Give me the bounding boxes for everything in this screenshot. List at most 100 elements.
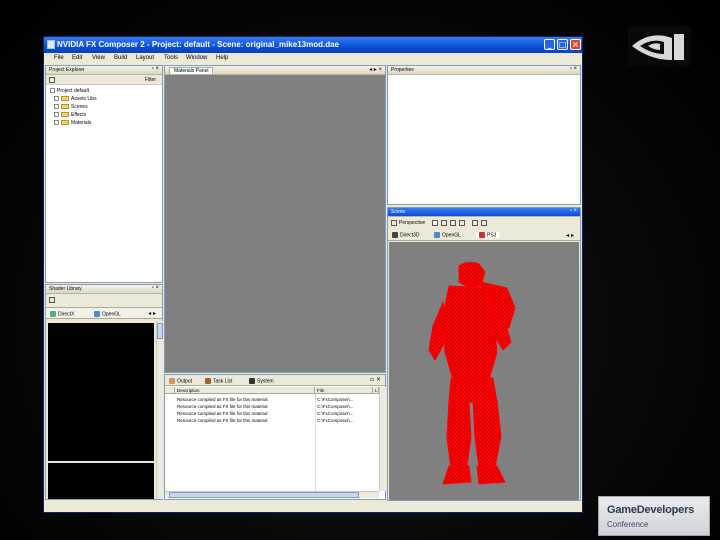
- properties-title: Properties: [391, 67, 414, 73]
- menu-build[interactable]: Build: [114, 55, 127, 61]
- character-wireframe: [428, 261, 516, 485]
- select-tool-icon[interactable]: [432, 220, 438, 226]
- gdc-badge-subtitle: Conference: [607, 520, 649, 529]
- expand-icon[interactable]: [54, 120, 59, 126]
- pin-icon[interactable]: ▫ ×: [570, 208, 577, 214]
- table-cell-file[interactable]: C:\FxComposer\...: [317, 410, 373, 417]
- column-header-description[interactable]: Description: [175, 387, 315, 394]
- tab-direct3d[interactable]: Direct3D: [392, 232, 419, 238]
- tab-scroll-arrows[interactable]: ◂ ▸: [566, 232, 574, 239]
- pin-icon[interactable]: ▫ ×: [152, 285, 159, 291]
- gdc-badge: GameDevelopers Conference: [598, 496, 710, 536]
- shader-tabs: DirectX OpenGL ◂ ▸: [46, 307, 162, 319]
- tab-opengl[interactable]: OpenGL: [94, 311, 121, 317]
- shader-preview-secondary: [48, 463, 154, 499]
- properties-header: Properties ▫ ×: [388, 66, 580, 75]
- table-row[interactable]: Resource compiled as FX file for this ma…: [177, 410, 313, 417]
- menu-bar: File Edit View Build Layout Tools Window…: [44, 53, 582, 64]
- project-toolbar: Filter: [46, 75, 162, 85]
- scroll-thumb[interactable]: [169, 492, 359, 498]
- maximize-button[interactable]: □: [557, 39, 568, 50]
- scale-tool-icon[interactable]: [459, 220, 465, 226]
- scene-header: Scene ▫ ×: [388, 208, 580, 217]
- zoom-extents-icon[interactable]: [481, 220, 487, 226]
- tree-item[interactable]: Effects: [54, 112, 86, 120]
- scene-viewport[interactable]: [389, 242, 579, 500]
- table-row[interactable]: Resource compiled as FX file for this ma…: [177, 417, 313, 424]
- frame-icon[interactable]: [472, 220, 478, 226]
- tab-scroll-arrows[interactable]: ◂ ▸: [148, 310, 156, 317]
- project-explorer-title: Project Explorer: [49, 67, 85, 73]
- tab-system[interactable]: System: [249, 378, 274, 384]
- close-button[interactable]: ×: [570, 39, 581, 50]
- refresh-icon[interactable]: [49, 297, 55, 303]
- menu-window[interactable]: Window: [186, 55, 207, 61]
- direct3d-icon: [392, 232, 398, 238]
- panel-nav-icon[interactable]: ◂ ▸ ×: [369, 66, 382, 73]
- folder-icon: [61, 104, 69, 110]
- table-row[interactable]: Resource compiled as FX file for this ma…: [177, 403, 313, 410]
- table-cell-file[interactable]: C:\FxComposer\...: [317, 403, 373, 410]
- camera-select[interactable]: Perspective: [399, 220, 425, 226]
- output-vscrollbar[interactable]: [379, 387, 386, 491]
- render-panel: Materials Panel ◂ ▸ ×: [164, 65, 386, 373]
- pin-icon[interactable]: ▫ ×: [370, 376, 381, 383]
- move-tool-icon[interactable]: [441, 220, 447, 226]
- fx-composer-window: NVIDIA FX Composer 2 - Project: default …: [43, 36, 583, 513]
- output-tabs: Output Task List System ▫ ×: [165, 375, 385, 386]
- expand-icon[interactable]: [54, 104, 59, 110]
- output-panel: Output Task List System ▫ × Description …: [164, 374, 386, 500]
- scroll-thumb[interactable]: [157, 323, 163, 339]
- ps3-icon: [479, 232, 485, 238]
- tree-item[interactable]: Project default: [50, 88, 89, 96]
- task-list-icon: [205, 378, 211, 384]
- tab-ps3[interactable]: PS3: [476, 232, 500, 239]
- filter-label[interactable]: Filter: [145, 77, 156, 83]
- minimize-button[interactable]: _: [544, 39, 555, 50]
- folder-icon: [61, 112, 69, 118]
- tab-output[interactable]: Output: [169, 378, 192, 384]
- tree-item[interactable]: Assets Libs: [54, 96, 97, 104]
- table-cell-file[interactable]: C:\FxComposer\...: [317, 396, 373, 403]
- window-title: NVIDIA FX Composer 2 - Project: default …: [57, 40, 339, 49]
- tab-opengl-scene[interactable]: OpenGL: [434, 232, 461, 238]
- expand-icon[interactable]: [54, 96, 59, 102]
- shader-library-title: Shader Library: [49, 286, 82, 292]
- output-icon: [169, 378, 175, 384]
- menu-view[interactable]: View: [92, 55, 105, 61]
- tab-directx[interactable]: DirectX: [50, 311, 74, 317]
- project-explorer-panel: Project Explorer ▫ × Filter Project defa…: [45, 65, 163, 283]
- folder-icon: [61, 120, 69, 126]
- shader-library-header: Shader Library ▫ ×: [46, 285, 162, 294]
- menu-layout[interactable]: Layout: [136, 55, 154, 61]
- render-panel-tab[interactable]: Materials Panel: [169, 67, 214, 74]
- directx-icon: [50, 311, 56, 317]
- pin-icon[interactable]: ▫ ×: [152, 66, 159, 72]
- shader-scrollbar[interactable]: [156, 321, 163, 499]
- column-header-icon[interactable]: [165, 387, 175, 394]
- table-row[interactable]: Resource compiled as FX file for this ma…: [177, 396, 313, 403]
- menu-file[interactable]: File: [54, 55, 64, 61]
- expand-icon[interactable]: [54, 112, 59, 118]
- expand-icon[interactable]: [50, 88, 55, 94]
- menu-tools[interactable]: Tools: [164, 55, 178, 61]
- camera-icon[interactable]: [391, 220, 397, 226]
- nvidia-logo: [628, 26, 690, 66]
- output-hscrollbar[interactable]: [165, 491, 379, 498]
- column-header-file[interactable]: File: [315, 387, 373, 394]
- pin-icon[interactable]: ▫ ×: [570, 66, 577, 72]
- opengl-icon: [94, 311, 100, 317]
- rotate-tool-icon[interactable]: [450, 220, 456, 226]
- tab-task-list[interactable]: Task List: [205, 378, 232, 384]
- scene-title: Scene: [391, 209, 406, 215]
- output-table: Description File L Resource compiled as …: [165, 387, 379, 491]
- tree-item[interactable]: Scenes: [54, 104, 88, 112]
- table-cell-file[interactable]: C:\FxComposer\...: [317, 417, 373, 424]
- new-project-icon[interactable]: [49, 77, 55, 83]
- tree-item[interactable]: Materials: [54, 120, 91, 128]
- menu-help[interactable]: Help: [216, 55, 228, 61]
- gdc-badge-title: GameDevelopers: [607, 504, 695, 516]
- scene-toolbar: Perspective: [388, 217, 580, 229]
- render-panel-header: Materials Panel ◂ ▸ ×: [165, 66, 385, 75]
- menu-edit[interactable]: Edit: [72, 55, 82, 61]
